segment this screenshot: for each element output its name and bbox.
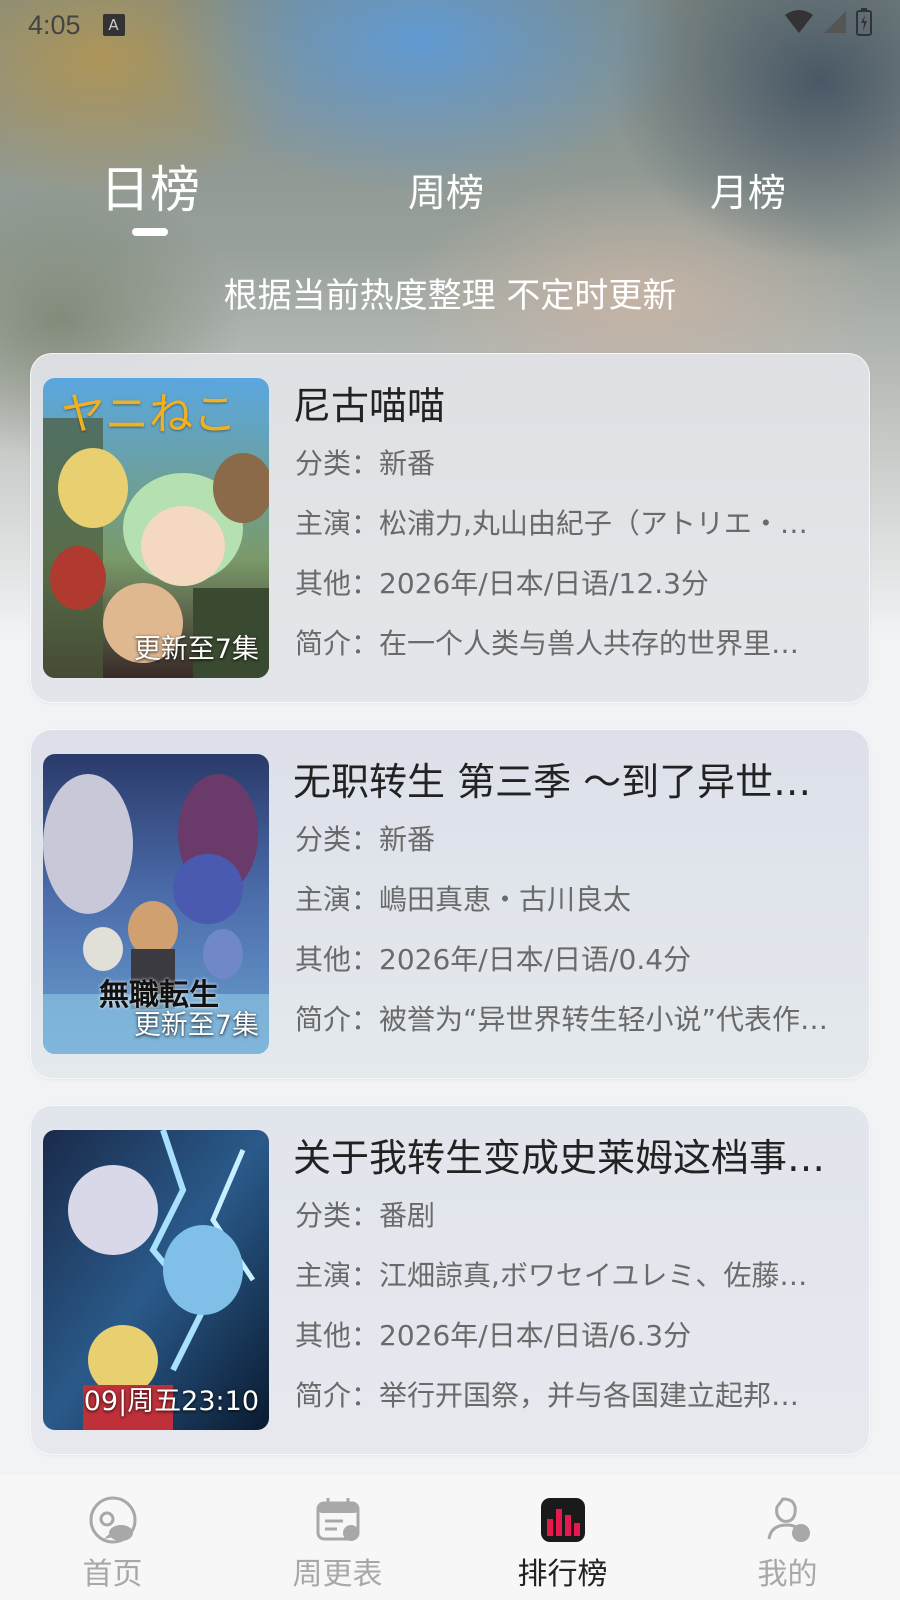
episode-badge: 更新至7集 [133, 634, 259, 665]
tab-daily[interactable]: 日榜 [100, 150, 200, 222]
list-item[interactable]: 09|周五23:10 关于我转生变成史莱姆这档事… 分类：番剧 主演：江畑諒真,… [30, 1105, 870, 1455]
ranking-tabs: 日榜 周榜 月榜 [0, 150, 900, 240]
item-title: 尼古喵喵 [293, 384, 446, 428]
item-cast: 主演：江畑諒真,ボワセイユレミ、佐藤… [295, 1259, 808, 1292]
battery-icon [856, 7, 872, 43]
item-cast: 主演：松浦力,丸山由紀子（アトリエ・… [295, 507, 808, 540]
item-other: 其他：2026年/日本/日语/0.4分 [295, 943, 692, 976]
nav-schedule-label: 周更表 [292, 1557, 383, 1592]
poster-image: 無職転生 更新至7集 [43, 754, 269, 1054]
item-category: 分类：新番 [295, 823, 436, 856]
wifi-icon [784, 9, 814, 42]
status-bar: 4:05 A [0, 0, 900, 50]
active-tab-indicator [132, 228, 168, 236]
home-cat-icon [88, 1495, 138, 1545]
episode-badge: 更新至7集 [133, 1010, 259, 1041]
item-title: 关于我转生变成史莱姆这档事… [293, 1136, 826, 1180]
tab-weekly[interactable]: 周榜 [408, 162, 484, 217]
item-other: 其他：2026年/日本/日语/12.3分 [295, 567, 709, 600]
list-item[interactable]: 無職転生 更新至7集 无职转生 第三季 ～到了异世… 分类：新番 主演：嶋田真恵… [30, 729, 870, 1079]
item-cast: 主演：嶋田真恵・古川良太 [295, 883, 632, 916]
item-summary: 简介：举行开国祭，并与各国建立起邦… [295, 1379, 800, 1412]
poster-image: 09|周五23:10 [43, 1130, 269, 1430]
item-category: 分类：番剧 [295, 1199, 436, 1232]
nav-ranking[interactable]: 排行榜 [450, 1475, 675, 1600]
ranking-subtitle: 根据当前热度整理 不定时更新 [223, 276, 677, 316]
calendar-icon [313, 1495, 363, 1545]
list-item[interactable]: ヤニねこ 更新至7集 尼古喵喵 分类：新番 主演：松浦力,丸山由紀子（アトリエ・… [30, 353, 870, 703]
nav-home-label: 首页 [82, 1557, 143, 1592]
poster-image: ヤニねこ 更新至7集 [43, 378, 269, 678]
profile-icon [763, 1495, 813, 1545]
tab-monthly[interactable]: 月榜 [710, 162, 786, 217]
ranking-list: ヤニねこ 更新至7集 尼古喵喵 分类：新番 主演：松浦力,丸山由紀子（アトリエ・… [30, 353, 870, 1481]
nav-ranking-label: 排行榜 [517, 1557, 608, 1592]
item-category: 分类：新番 [295, 447, 436, 480]
nav-home[interactable]: 首页 [0, 1475, 225, 1600]
item-summary: 简介：在一个人类与兽人共存的世界里… [295, 627, 800, 660]
nav-schedule[interactable]: 周更表 [225, 1475, 450, 1600]
signal-icon [822, 9, 848, 42]
ranking-chart-icon [538, 1495, 588, 1545]
a-box-icon: A [102, 14, 125, 36]
item-summary: 简介：被誉为“异世界转生轻小说”代表作… [295, 1003, 829, 1036]
item-other: 其他：2026年/日本/日语/6.3分 [295, 1319, 692, 1352]
poster-logo: ヤニねこ [61, 389, 237, 440]
nav-profile[interactable]: 我的 [675, 1475, 900, 1600]
bottom-navigation: 首页 周更表 排行榜 我的 [0, 1475, 900, 1600]
episode-badge: 09|周五23:10 [83, 1386, 259, 1417]
status-time: 4:05 [28, 9, 81, 40]
item-title: 无职转生 第三季 ～到了异世… [293, 760, 812, 804]
nav-profile-label: 我的 [757, 1557, 818, 1592]
